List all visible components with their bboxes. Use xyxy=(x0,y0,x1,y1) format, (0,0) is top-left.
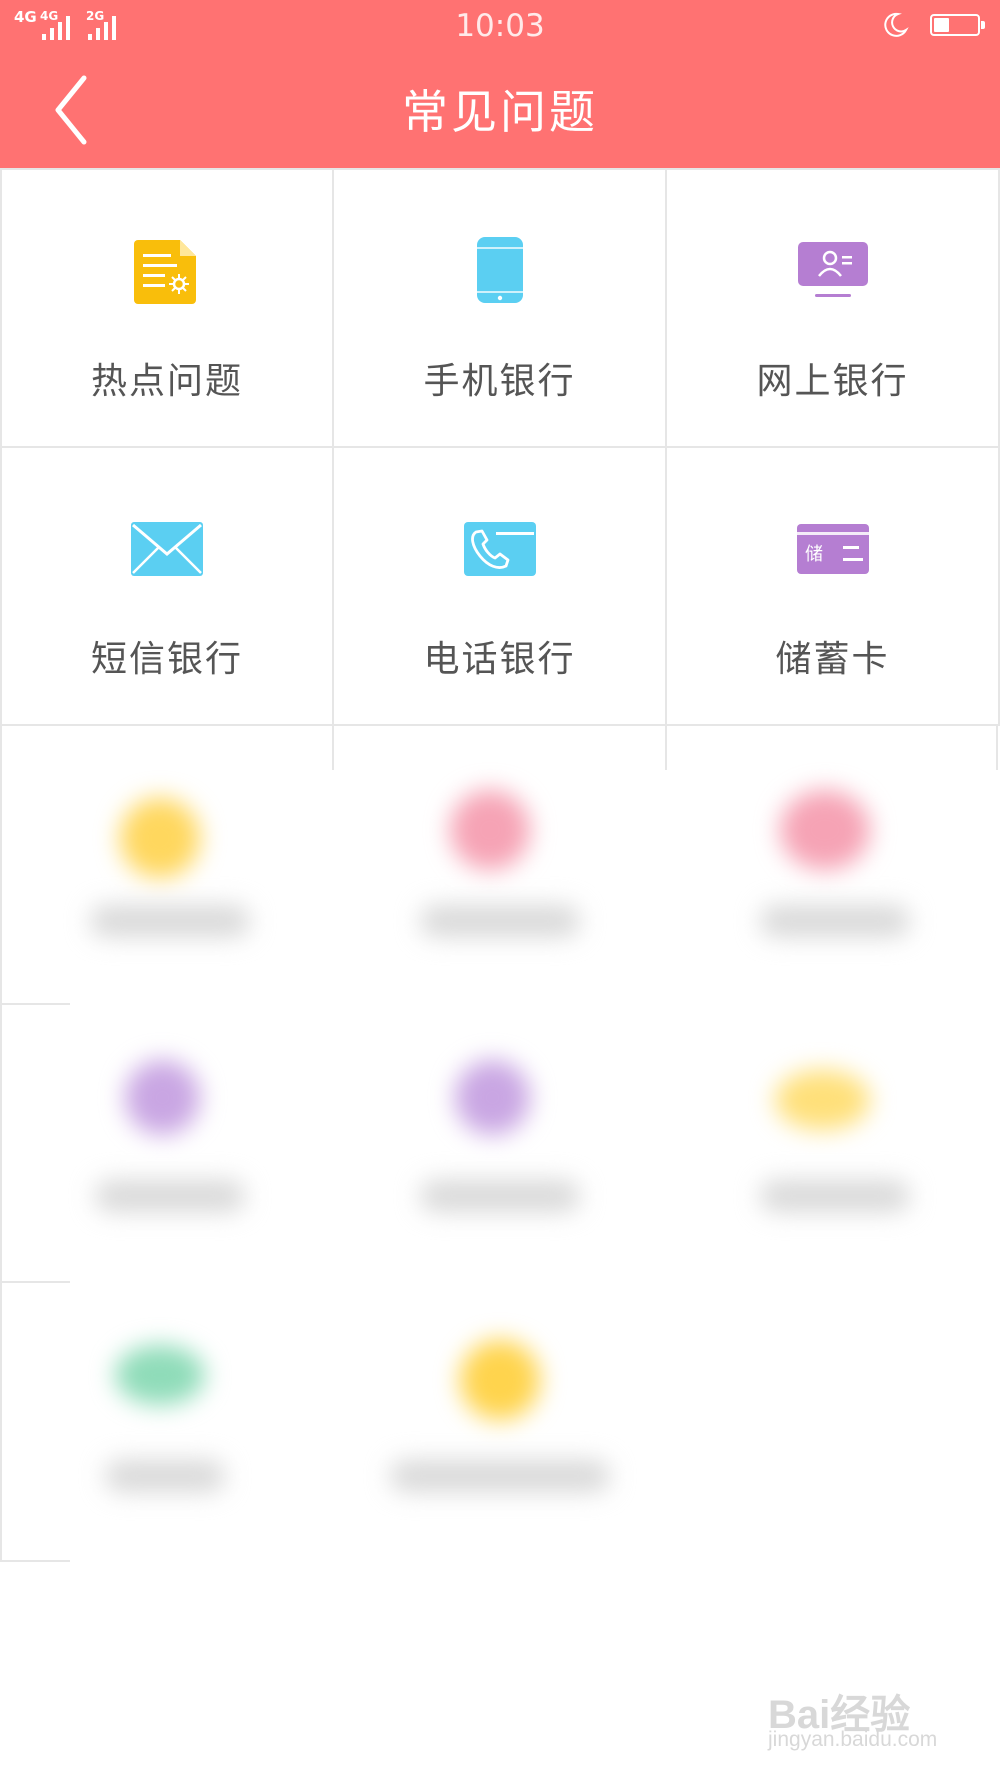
envelope-icon xyxy=(131,522,203,576)
blurred-icon xyxy=(780,790,870,870)
blurred-icon xyxy=(460,1340,540,1420)
category-mobile-banking[interactable]: 手机银行 xyxy=(332,168,667,448)
blurred-label xyxy=(420,1180,580,1212)
blurred-label xyxy=(90,905,250,937)
mobile-phone-icon xyxy=(476,237,523,303)
online-banking-icon xyxy=(797,242,868,297)
category-label: 储蓄卡 xyxy=(775,639,890,680)
clock: 10:03 xyxy=(455,8,545,44)
category-phone-banking[interactable]: 电话银行 xyxy=(332,446,667,726)
category-savings-card[interactable]: 储 储蓄卡 xyxy=(665,446,1000,726)
blurred-icon xyxy=(450,790,530,870)
grid-border xyxy=(332,726,334,770)
status-bar: 4G 4G 2G 10:03 xyxy=(0,0,1000,52)
moon-icon xyxy=(884,12,909,37)
app-header: 4G 4G 2G 10:03 常见问题 xyxy=(0,0,1000,168)
blurred-label xyxy=(760,905,910,937)
blurred-icon xyxy=(125,1060,200,1135)
savings-card-icon: 储 xyxy=(796,524,869,574)
blurred-category-area xyxy=(70,770,1000,1580)
grid-border xyxy=(0,1003,70,1005)
hot-document-icon xyxy=(134,240,196,304)
battery-icon xyxy=(930,14,985,36)
grid-border xyxy=(0,1281,70,1283)
grid-border xyxy=(996,726,998,770)
blurred-icon xyxy=(455,1060,530,1135)
grid-border xyxy=(665,726,667,770)
blurred-label xyxy=(95,1180,245,1212)
card-badge-text: 储 xyxy=(805,544,823,565)
category-label: 手机银行 xyxy=(423,361,576,402)
category-hot-questions[interactable]: 热点问题 xyxy=(0,168,334,448)
blurred-icon xyxy=(115,1345,205,1405)
battery-level xyxy=(934,18,949,32)
blurred-label xyxy=(420,905,580,937)
blurred-label xyxy=(390,1460,610,1492)
grid-border xyxy=(0,726,2,1562)
grid-border xyxy=(0,1560,70,1562)
category-label: 热点问题 xyxy=(90,361,243,402)
category-label: 电话银行 xyxy=(423,639,576,680)
category-online-banking[interactable]: 网上银行 xyxy=(665,168,1000,448)
blurred-icon xyxy=(775,1070,870,1130)
telephone-card-icon xyxy=(463,522,536,576)
blurred-label xyxy=(105,1460,225,1492)
category-label: 网上银行 xyxy=(756,361,909,402)
category-sms-banking[interactable]: 短信银行 xyxy=(0,446,334,726)
watermark-url: jingyan.baidu.com xyxy=(768,1728,938,1751)
category-label: 短信银行 xyxy=(90,639,243,680)
page-title: 常见问题 xyxy=(402,85,598,139)
blurred-label xyxy=(760,1180,910,1212)
blurred-icon xyxy=(120,798,200,878)
